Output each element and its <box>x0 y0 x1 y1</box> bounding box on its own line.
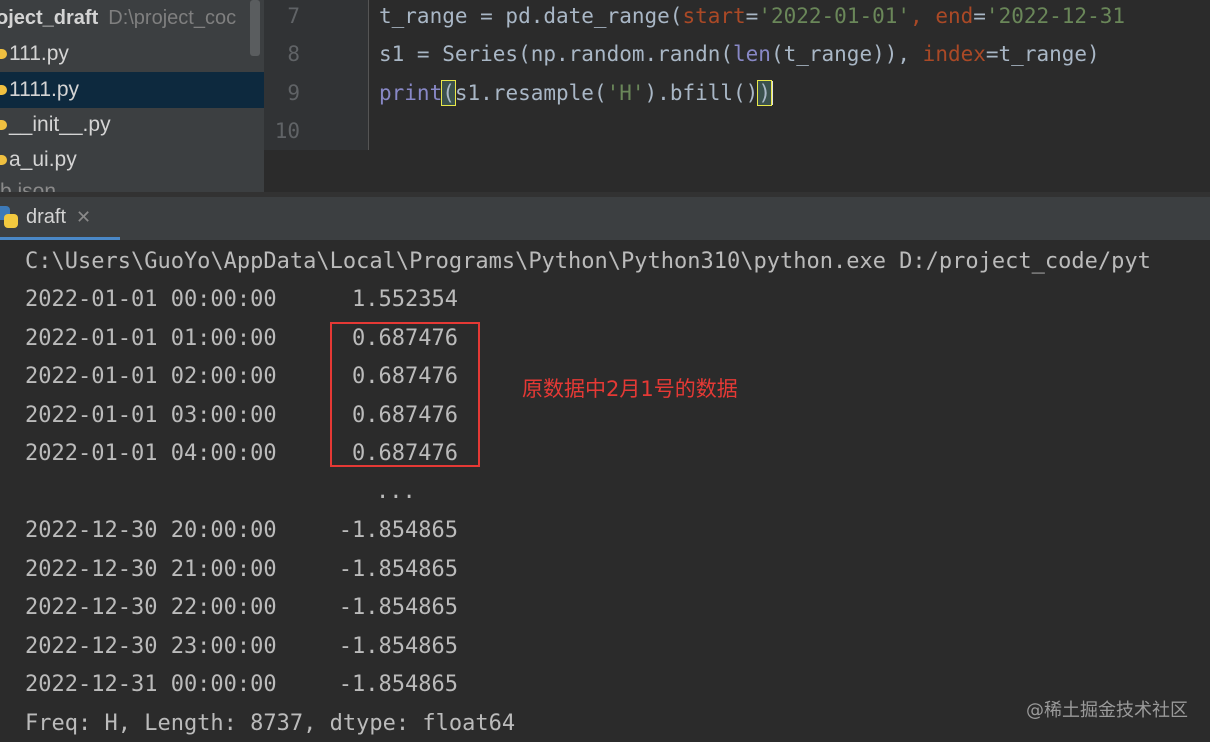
file-item-a-ui-py[interactable]: a_ui.py <box>0 142 264 178</box>
code-line-8: s1 = Series(np.random.randn(len(t_range)… <box>379 42 1100 66</box>
top-area: oject_draft D:\project_coc 111.py 1111.p… <box>0 0 1210 192</box>
console-timestamp: 2022-12-30 23:00:00 <box>25 634 277 659</box>
console-ellipsis: ... <box>376 479 416 504</box>
file-name: 111.py <box>9 42 69 65</box>
line-number: 10 <box>274 119 300 143</box>
file-name: __init__.py <box>9 113 111 136</box>
console-value: -1.854865 <box>338 595 458 620</box>
file-name: b.json <box>0 180 57 192</box>
file-name: a_ui.py <box>9 148 77 171</box>
python-icon <box>0 206 18 228</box>
python-file-icon <box>0 85 7 95</box>
python-file-icon <box>0 49 7 59</box>
console-timestamp: 2022-01-01 01:00:00 <box>25 326 277 351</box>
line-number-gutter: 7 8 9 10 <box>264 0 368 150</box>
line-number: 8 <box>287 42 300 66</box>
console-value: -1.854865 <box>338 634 458 659</box>
console-value: -1.854865 <box>338 672 458 697</box>
watermark: @稀土掘金技术社区 <box>1026 700 1188 721</box>
console-footer: Freq: H, Length: 8737, dtype: float64 <box>25 711 516 736</box>
code-line-9: print(s1.resample('H').bfill()) <box>379 80 773 106</box>
console-timestamp: 2022-01-01 00:00:00 <box>25 287 277 312</box>
project-name: oject_draft <box>0 6 99 29</box>
console-value: -1.854865 <box>338 518 458 543</box>
console-timestamp: 2022-12-30 21:00:00 <box>25 557 277 582</box>
file-item-111-py[interactable]: 111.py <box>0 36 264 72</box>
python-file-icon <box>0 155 7 165</box>
python-file-icon <box>0 120 7 130</box>
console-timestamp: 2022-12-31 00:00:00 <box>25 672 277 697</box>
highlight-box <box>330 322 480 467</box>
project-header[interactable]: oject_draft D:\project_coc <box>0 0 264 36</box>
file-item-1111-py[interactable]: 1111.py <box>0 72 264 108</box>
project-panel: oject_draft D:\project_coc 111.py 1111.p… <box>0 0 264 192</box>
console-value: -1.854865 <box>338 557 458 582</box>
file-item-init-py[interactable]: __init__.py <box>0 107 264 143</box>
console-value: 1.552354 <box>352 287 458 312</box>
file-item-b-json[interactable]: b.json <box>0 180 264 192</box>
line-number: 7 <box>287 4 300 28</box>
code-editor[interactable]: t_range = pd.date_range(start='2022-01-0… <box>369 0 1210 150</box>
code-line-7: t_range = pd.date_range(start='2022-01-0… <box>379 4 1125 28</box>
project-path: D:\project_coc <box>108 6 237 29</box>
file-name: 1111.py <box>9 78 80 101</box>
run-tab-bar: draft ✕ <box>0 197 1210 241</box>
console-timestamp: 2022-01-01 03:00:00 <box>25 403 277 428</box>
text-caret <box>770 81 773 105</box>
editor-empty-area <box>264 150 1210 192</box>
console-timestamp: 2022-12-30 20:00:00 <box>25 518 277 543</box>
annotation-note: 原数据中2月1号的数据 <box>522 377 738 401</box>
console-timestamp: 2022-12-30 22:00:00 <box>25 595 277 620</box>
console-timestamp: 2022-01-01 04:00:00 <box>25 441 277 466</box>
run-tab-label: draft <box>26 205 67 228</box>
line-number: 9 <box>287 81 300 105</box>
console-command: C:\Users\GuoYo\AppData\Local\Programs\Py… <box>25 249 1151 274</box>
run-tab-draft[interactable]: draft ✕ <box>0 197 120 240</box>
run-console[interactable]: C:\Users\GuoYo\AppData\Local\Programs\Py… <box>0 241 1210 742</box>
console-timestamp: 2022-01-01 02:00:00 <box>25 364 277 389</box>
close-icon[interactable]: ✕ <box>76 207 91 228</box>
